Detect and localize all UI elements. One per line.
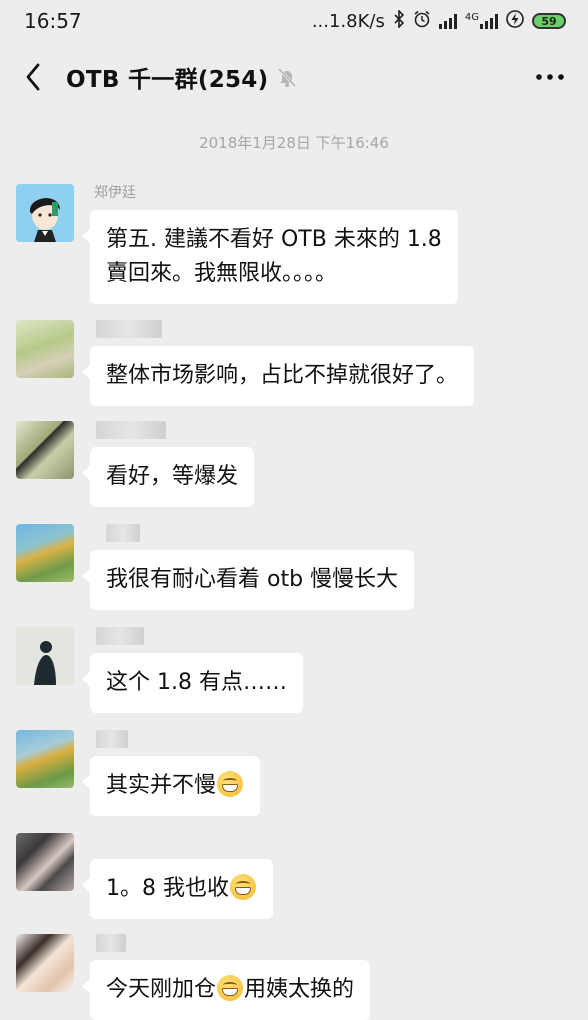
message-text: 用姨太换的 [244, 977, 355, 1002]
blurred-sender-name [96, 730, 128, 748]
more-options-icon[interactable] [530, 62, 570, 92]
message-text: 1。8 我也收 [106, 876, 229, 901]
message-bubble[interactable]: 今天刚加仓 用姨太换的 [81, 960, 371, 1020]
blurred-sender-name [96, 421, 166, 439]
message-bubble[interactable]: 这个 1.8 有点…… [82, 653, 303, 713]
message-bubble[interactable]: 整体市场影响，占比不掉就很好了。 [81, 346, 475, 406]
avatar[interactable] [16, 421, 74, 479]
chat-header: OTB 千一群(254) [0, 42, 588, 112]
message-bubble[interactable]: 第五. 建議不看好 OTB 未來的 1.8 賣回來。我無限收。。。。 [82, 210, 458, 304]
grin-emoji-icon [217, 975, 244, 1001]
message-bubble[interactable]: 1。8 我也收 [82, 859, 273, 919]
chat-timestamp: 2018年1月28日 下午16:46 [199, 134, 389, 152]
grin-emoji-icon [230, 874, 256, 900]
avatar[interactable] [16, 833, 74, 891]
blurred-sender-name [96, 627, 144, 645]
charging-icon [506, 9, 524, 33]
avatar[interactable] [16, 730, 74, 788]
blurred-sender-name [96, 320, 162, 338]
chat-title: OTB 千一群(254) [66, 67, 269, 93]
network-speed: ...1.8K/s [311, 10, 385, 32]
signal-icon [438, 13, 457, 29]
message-bubble[interactable]: 看好，等爆发 [81, 447, 255, 507]
avatar[interactable] [16, 320, 74, 378]
avatar[interactable] [16, 934, 74, 992]
message-bubble[interactable]: 其实并不慢 [81, 756, 261, 816]
blurred-sender-name [106, 524, 140, 542]
battery-icon: 59 [532, 13, 566, 29]
alarm-icon [413, 10, 431, 33]
message-text: 今天刚加仓 [106, 977, 217, 1002]
grin-emoji-icon [217, 771, 244, 797]
avatar[interactable] [16, 524, 74, 582]
signal-4g-icon: 4G [465, 13, 498, 29]
status-indicators: ...1.8K/s 4G 59 [311, 8, 566, 33]
avatar[interactable] [16, 184, 74, 242]
mute-bell-icon [276, 66, 298, 88]
message-bubble[interactable]: 我很有耐心看着 otb 慢慢长大 [81, 550, 415, 610]
bluetooth-icon [393, 8, 405, 33]
message-text: 其实并不慢 [106, 773, 217, 798]
blurred-sender-name [96, 934, 126, 952]
sender-name: 郑伊廷 [94, 185, 136, 201]
status-bar: 16:57 ...1.8K/s 4G 59 [0, 0, 588, 42]
back-arrow-icon[interactable] [18, 62, 48, 92]
status-time: 16:57 [24, 9, 82, 33]
avatar[interactable] [16, 627, 74, 685]
